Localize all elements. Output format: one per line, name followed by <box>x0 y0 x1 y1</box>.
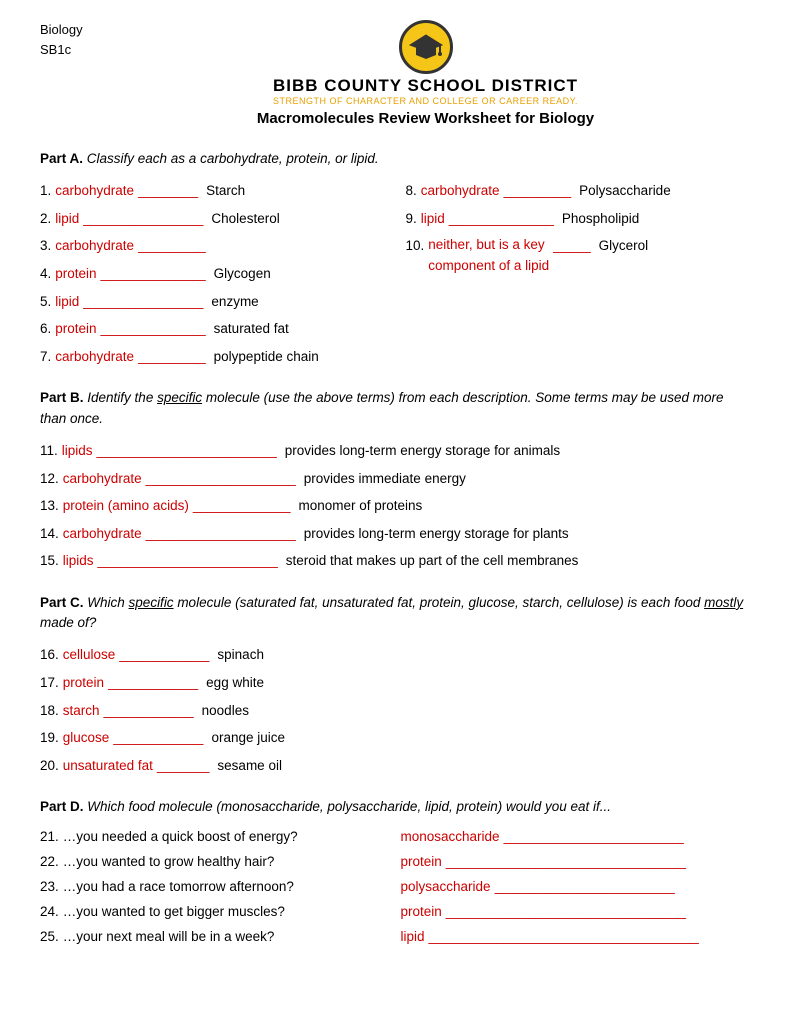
qa-item-10: 10. neither, but is a keycomponent of a … <box>406 232 752 279</box>
district-logo <box>399 20 453 74</box>
part-d-item-24-q: 24. …you wanted to get bigger muscles? <box>40 901 391 922</box>
part-d-item-22-a: protein________________________________ <box>401 851 752 872</box>
qa-item-9: 9. lipid______________ Phospholipid <box>406 205 752 233</box>
part-c-label: Part C. <box>40 595 84 610</box>
graduation-cap-icon <box>408 29 444 65</box>
sb-text: SB1c <box>40 40 100 60</box>
part-d-item-21-a: monosaccharide________________________ <box>401 826 752 847</box>
part-d-item-24-a: protein________________________________ <box>401 901 752 922</box>
part-a-label: Part A. <box>40 151 83 166</box>
part-a-header: Part A. Classify each as a carbohydrate,… <box>40 149 751 169</box>
part-d-label: Part D. <box>40 799 84 814</box>
part-d-item-25-a: lipid___________________________________… <box>401 926 752 947</box>
part-b-item-14: 14. carbohydrate____________________ pro… <box>40 520 751 548</box>
part-a-instruction: Classify each as a carbohydrate, protein… <box>83 151 379 166</box>
qa-item-5: 5. lipid________________ enzyme <box>40 288 386 316</box>
part-b-item-11: 11. lipids________________________ provi… <box>40 437 751 465</box>
logo-area: BIBB COUNTY SCHOOL DISTRICT STRENGTH OF … <box>100 20 751 141</box>
qa-item-7: 7. carbohydrate_________ polypeptide cha… <box>40 343 386 371</box>
part-b-section: Part B. Identify the specific molecule (… <box>40 388 751 574</box>
qa-item-2: 2. lipid________________ Cholesterol <box>40 205 386 233</box>
part-c-item-16: 16. cellulose____________ spinach <box>40 641 751 669</box>
part-b-instruction: Identify the specific molecule (use the … <box>40 390 724 425</box>
qa-item-4: 4. protein______________ Glycogen <box>40 260 386 288</box>
part-d-instruction: Which food molecule (monosaccharide, pol… <box>87 799 611 814</box>
part-d-grid: 21. …you needed a quick boost of energy?… <box>40 826 751 947</box>
part-d-item-21-q: 21. …you needed a quick boost of energy? <box>40 826 391 847</box>
part-c-item-19: 19. glucose____________ orange juice <box>40 724 751 752</box>
bio-label: Biology SB1c <box>40 20 100 59</box>
part-b-item-15: 15. lipids________________________ stero… <box>40 547 751 575</box>
qa-item-3: 3. carbohydrate_________ <box>40 232 386 260</box>
part-b-label: Part B. <box>40 390 84 405</box>
part-a-left: 1. carbohydrate________ Starch 2. lipid_… <box>40 177 386 370</box>
worksheet-title: Macromolecules Review Worksheet for Biol… <box>257 110 594 127</box>
part-c-instruction: Which specific molecule (saturated fat, … <box>40 595 743 630</box>
part-c-item-17: 17. protein____________ egg white <box>40 669 751 697</box>
biology-text: Biology <box>40 20 100 40</box>
part-d-item-25-q: 25. …your next meal will be in a week? <box>40 926 391 947</box>
part-d-section: Part D. Which food molecule (monosacchar… <box>40 797 751 946</box>
part-a-right: 8. carbohydrate_________ Polysaccharide … <box>406 177 752 370</box>
part-a-section: Part A. Classify each as a carbohydrate,… <box>40 149 751 370</box>
part-d-item-23-a: polysaccharide________________________ <box>401 876 752 897</box>
part-b-item-13: 13. protein (amino acids)_____________ m… <box>40 492 751 520</box>
district-name: BIBB COUNTY SCHOOL DISTRICT <box>273 76 578 96</box>
qa-item-6: 6. protein______________ saturated fat <box>40 315 386 343</box>
header: Biology SB1c BIBB COUNTY SCHOOL DISTRICT… <box>40 20 751 141</box>
part-c-header: Part C. Which specific molecule (saturat… <box>40 593 751 634</box>
part-d-item-23-q: 23. …you had a race tomorrow afternoon? <box>40 876 391 897</box>
part-b-item-12: 12. carbohydrate____________________ pro… <box>40 465 751 493</box>
part-c-section: Part C. Which specific molecule (saturat… <box>40 593 751 779</box>
district-subtitle: STRENGTH OF CHARACTER AND COLLEGE OR CAR… <box>273 96 578 106</box>
part-d-item-22-q: 22. …you wanted to grow healthy hair? <box>40 851 391 872</box>
part-c-item-18: 18. starch____________ noodles <box>40 697 751 725</box>
qa-item-8: 8. carbohydrate_________ Polysaccharide <box>406 177 752 205</box>
part-d-header: Part D. Which food molecule (monosacchar… <box>40 797 751 817</box>
part-c-item-20: 20. unsaturated fat_______ sesame oil <box>40 752 751 780</box>
qa-item-1: 1. carbohydrate________ Starch <box>40 177 386 205</box>
part-b-header: Part B. Identify the specific molecule (… <box>40 388 751 429</box>
